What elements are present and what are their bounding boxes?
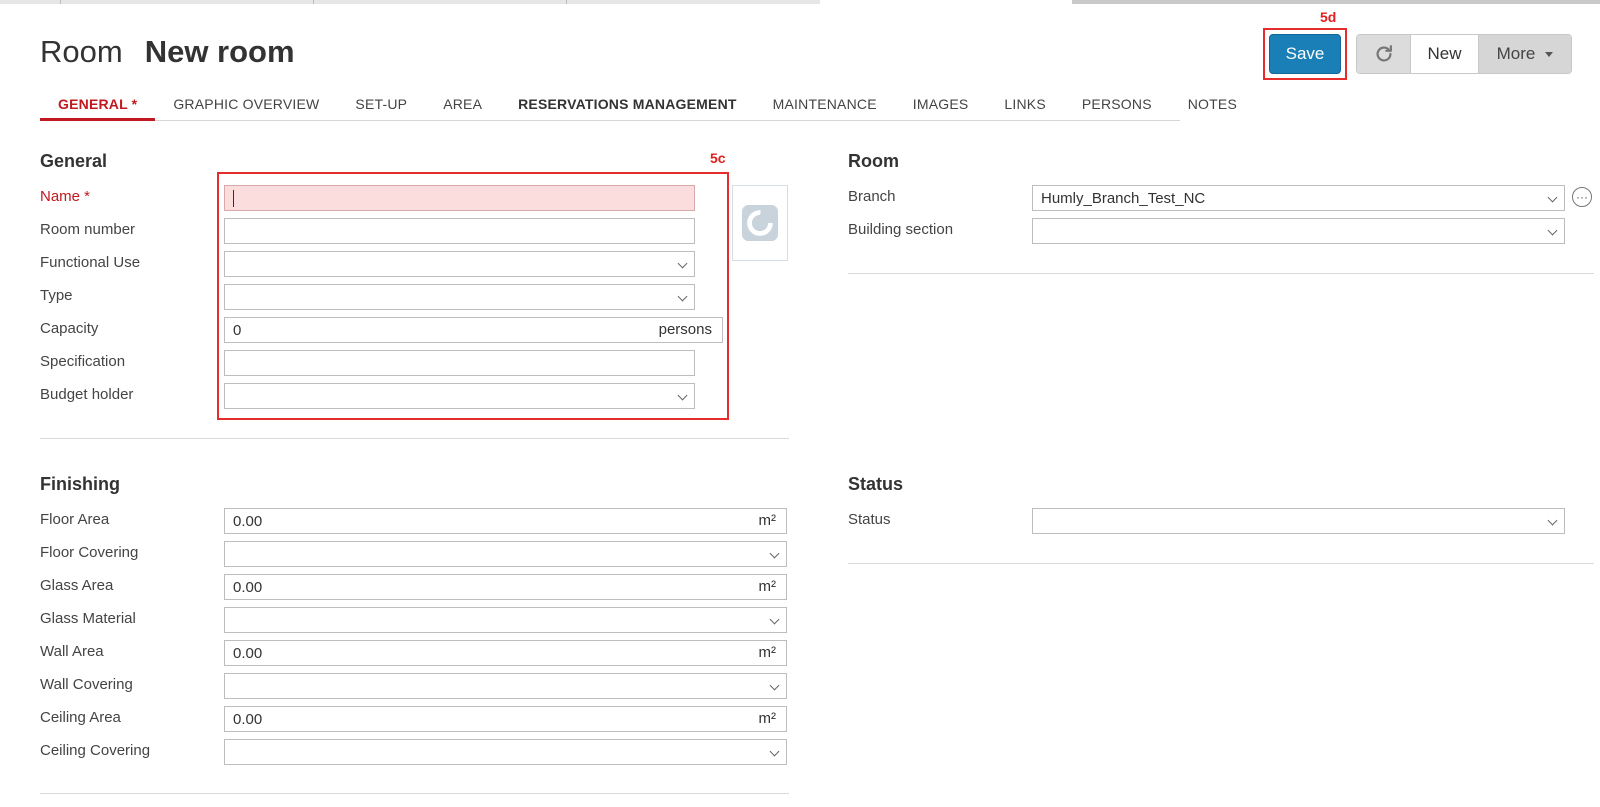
chevron-down-icon: [1547, 192, 1558, 203]
type-label: Type: [40, 287, 73, 304]
refresh-icon: [1376, 45, 1392, 62]
tab-area[interactable]: AREA: [425, 90, 500, 121]
general-section-title: General: [40, 151, 108, 171]
wall-area-value: 0.00: [233, 644, 263, 662]
glass-area-field[interactable]: 0.00 m²: [224, 574, 787, 600]
capacity-unit: persons: [658, 321, 712, 338]
name-label: Name *: [40, 188, 91, 205]
entity-label: Room: [40, 34, 123, 69]
floor-area-value: 0.00: [233, 512, 263, 530]
capacity-field[interactable]: 0 persons: [224, 317, 723, 343]
glass-area-unit: m²: [758, 578, 777, 595]
more-button[interactable]: More: [1479, 35, 1571, 73]
branch-select[interactable]: Humly_Branch_Test_NC: [1032, 185, 1565, 211]
ellipsis-icon: ···: [1576, 190, 1588, 204]
wall-covering-select[interactable]: [224, 673, 787, 699]
glass-material-select[interactable]: [224, 607, 787, 633]
general-divider: [40, 438, 789, 439]
annotation-label-save: 5d: [1320, 9, 1337, 25]
floor-covering-select[interactable]: [224, 541, 787, 567]
budget-holder-select[interactable]: [224, 383, 695, 409]
finishing-divider: [40, 793, 789, 794]
room-divider: [848, 273, 1594, 274]
chevron-down-icon: [769, 680, 780, 691]
toolbar-button-group: New More: [1356, 34, 1572, 74]
room-number-label: Room number: [40, 221, 136, 238]
name-field[interactable]: [224, 185, 695, 211]
more-label: More: [1496, 44, 1536, 63]
tab-notes[interactable]: NOTES: [1170, 90, 1255, 121]
text-cursor: [233, 189, 234, 207]
floor-area-label: Floor Area: [40, 511, 110, 528]
ceiling-area-unit: m²: [758, 710, 777, 727]
budget-holder-label: Budget holder: [40, 386, 134, 403]
branch-value: Humly_Branch_Test_NC: [1041, 189, 1206, 207]
capacity-label: Capacity: [40, 320, 99, 337]
tab-bar: GENERAL * GRAPHIC OVERVIEW SET-UP AREA R…: [40, 90, 1237, 121]
building-section-label: Building section: [848, 221, 954, 238]
ceiling-covering-select[interactable]: [224, 739, 787, 765]
status-divider: [848, 563, 1594, 564]
finishing-section-title: Finishing: [40, 474, 120, 494]
annotation-label-general: 5c: [710, 150, 726, 166]
ceiling-area-field[interactable]: 0.00 m²: [224, 706, 787, 732]
ceiling-covering-label: Ceiling Covering: [40, 742, 151, 759]
wall-covering-label: Wall Covering: [40, 676, 133, 693]
refresh-button[interactable]: [1357, 35, 1411, 73]
record-title: New room: [144, 34, 295, 69]
tab-general[interactable]: GENERAL *: [40, 90, 156, 121]
new-button[interactable]: New: [1411, 35, 1479, 73]
chevron-down-icon: [769, 548, 780, 559]
chevron-down-icon: [769, 746, 780, 757]
room-section-title: Room: [848, 151, 899, 171]
status-select[interactable]: [1032, 508, 1565, 534]
page-title: Room New room: [40, 34, 295, 70]
room-image-placeholder[interactable]: [732, 185, 788, 261]
specification-field[interactable]: [224, 350, 695, 376]
chevron-down-icon: [1547, 225, 1558, 236]
branch-label: Branch: [848, 188, 896, 205]
tab-set-up[interactable]: SET-UP: [337, 90, 425, 121]
tab-images[interactable]: IMAGES: [895, 90, 987, 121]
wall-area-field[interactable]: 0.00 m²: [224, 640, 787, 666]
wall-area-label: Wall Area: [40, 643, 104, 660]
chevron-down-icon: [1547, 515, 1558, 526]
chevron-down-icon: [769, 614, 780, 625]
capacity-value: 0: [233, 321, 242, 339]
building-section-select[interactable]: [1032, 218, 1565, 244]
functional-use-label: Functional Use: [40, 254, 141, 271]
glass-area-label: Glass Area: [40, 577, 114, 594]
image-loading-icon: [741, 204, 779, 242]
ceiling-area-value: 0.00: [233, 710, 263, 728]
top-tab-strip: [0, 0, 1600, 4]
chevron-down-icon: [677, 258, 688, 269]
tab-maintenance[interactable]: MAINTENANCE: [755, 90, 895, 121]
save-button[interactable]: Save: [1269, 34, 1341, 74]
functional-use-select[interactable]: [224, 251, 695, 277]
floor-area-unit: m²: [758, 512, 777, 529]
caret-down-icon: [1545, 51, 1554, 57]
tab-persons[interactable]: PERSONS: [1064, 90, 1170, 121]
tab-reservations-management[interactable]: RESERVATIONS MANAGEMENT: [500, 90, 755, 121]
glass-material-label: Glass Material: [40, 610, 136, 627]
room-number-field[interactable]: [224, 218, 695, 244]
wall-area-unit: m²: [758, 644, 777, 661]
specification-label: Specification: [40, 353, 126, 370]
ceiling-area-label: Ceiling Area: [40, 709, 121, 726]
branch-more-options-button[interactable]: ···: [1572, 187, 1592, 207]
status-section-title: Status: [848, 474, 904, 494]
chevron-down-icon: [677, 390, 688, 401]
glass-area-value: 0.00: [233, 578, 263, 596]
status-label: Status: [848, 511, 891, 528]
tab-graphic-overview[interactable]: GRAPHIC OVERVIEW: [155, 90, 337, 121]
floor-area-field[interactable]: 0.00 m²: [224, 508, 787, 534]
floor-covering-label: Floor Covering: [40, 544, 139, 561]
chevron-down-icon: [677, 291, 688, 302]
type-select[interactable]: [224, 284, 695, 310]
tab-links[interactable]: LINKS: [986, 90, 1063, 121]
